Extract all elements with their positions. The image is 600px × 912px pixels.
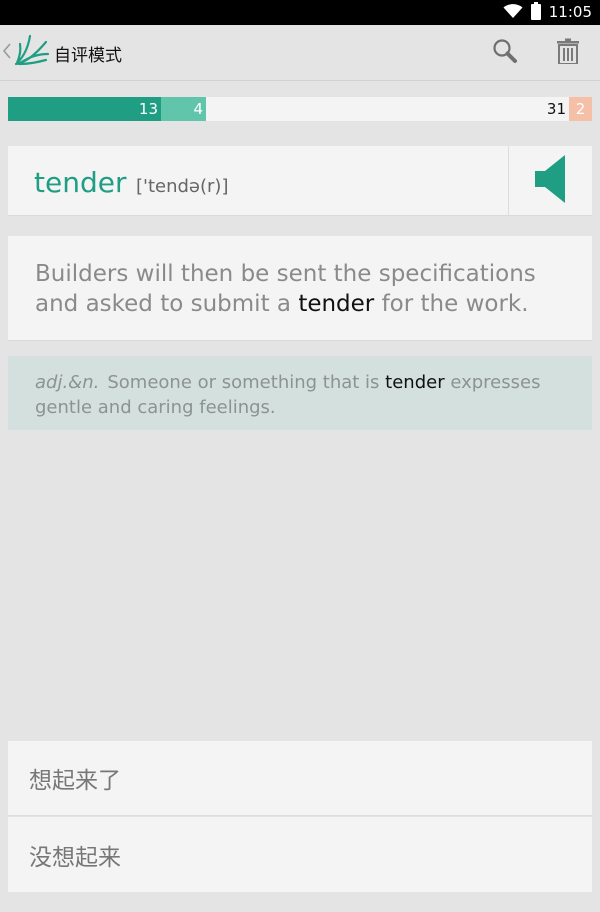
delete-button[interactable] <box>548 33 588 73</box>
word-text: tender <box>34 166 127 199</box>
example-highlight-word: tender <box>298 291 375 317</box>
search-button[interactable] <box>485 33 525 73</box>
status-time: 11:05 <box>548 3 592 21</box>
app-logo-icon <box>12 32 50 74</box>
status-icons: 11:05 <box>503 0 592 25</box>
not-remembered-button[interactable]: 没想起来 <box>8 817 592 892</box>
app-title: 自评模式 <box>54 45 122 66</box>
progress-remaining-count: 31 <box>546 100 566 118</box>
part-of-speech: adj.&n. <box>35 372 100 393</box>
back-chevron-icon <box>2 41 12 65</box>
progress-review-count: 4 <box>161 97 206 121</box>
definition-text: adj.&n. Someone or something that is tend… <box>35 370 584 420</box>
speaker-icon <box>534 155 567 207</box>
status-bar: 11:05 <box>0 0 600 25</box>
progress-bar: 13 4 31 2 <box>8 97 592 121</box>
phonetic-text: ['tendə(r)] <box>136 176 229 197</box>
progress-known-count: 13 <box>8 97 161 121</box>
example-sentence-card: Builders will then be sent the specifica… <box>8 236 592 341</box>
definition-text-before: Someone or something that is <box>107 372 386 393</box>
example-text-after: for the work. <box>374 291 529 317</box>
app-bar: 自评模式 <box>0 25 600 81</box>
trash-icon <box>557 38 579 68</box>
example-sentence: Builders will then be sent the specifica… <box>35 259 584 319</box>
word-card: tender ['tendə(r)] <box>8 146 592 216</box>
progress-unknown-count: 2 <box>569 97 592 121</box>
pronounce-button[interactable] <box>509 146 592 216</box>
definition-card: adj.&n. Someone or something that is tend… <box>8 356 592 430</box>
battery-icon <box>530 1 541 24</box>
back-button[interactable]: 自评模式 <box>2 31 122 75</box>
wifi-icon <box>503 3 523 23</box>
search-icon <box>492 38 518 68</box>
definition-highlight-word: tender <box>385 372 445 393</box>
remembered-button[interactable]: 想起来了 <box>8 741 592 816</box>
